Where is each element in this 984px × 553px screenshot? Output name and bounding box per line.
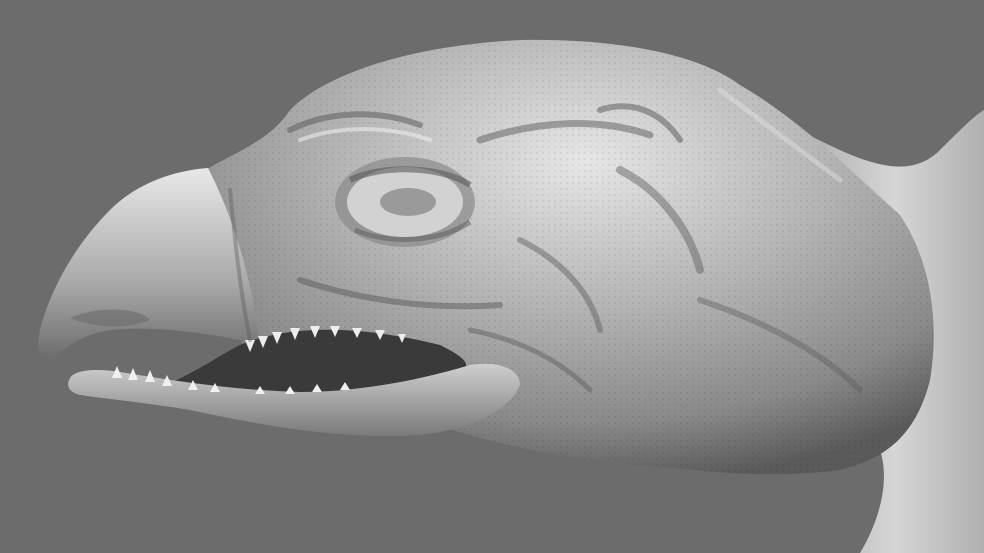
eye <box>380 188 436 216</box>
sculpted-creature-head-icon[interactable] <box>0 0 984 553</box>
sculpt-viewport[interactable] <box>0 0 984 553</box>
